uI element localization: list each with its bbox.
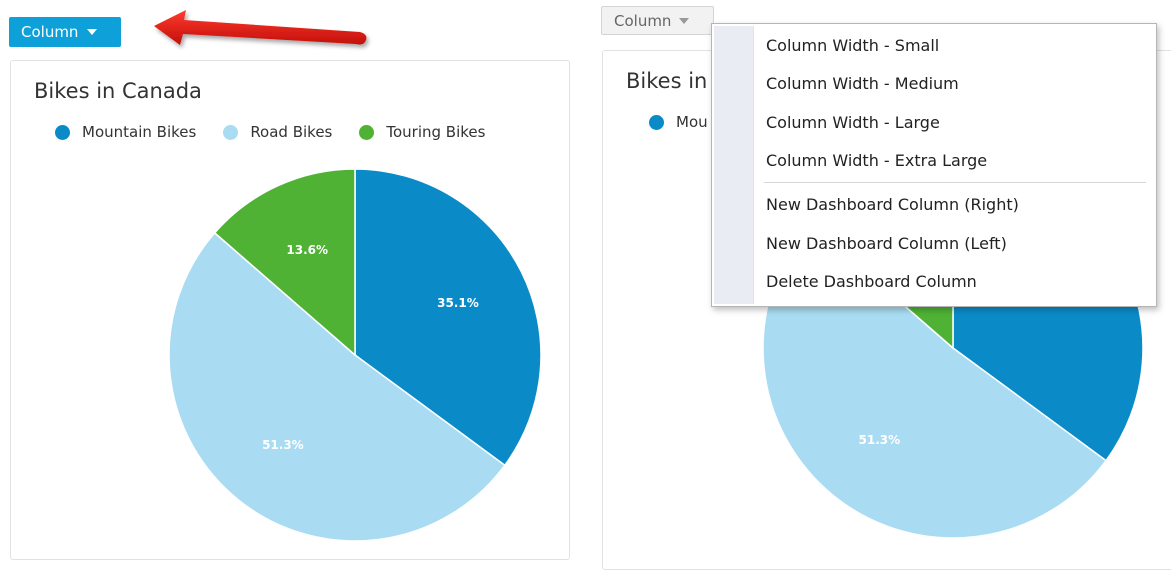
chart-legend: Mountain Bikes Road Bikes Touring Bikes bbox=[55, 123, 512, 141]
legend-item-touring[interactable]: Touring Bikes bbox=[359, 123, 485, 141]
menu-item-delete-column[interactable]: Delete Dashboard Column bbox=[766, 272, 977, 291]
column-dropdown-menu: Column Width - Small Column Width - Medi… bbox=[711, 23, 1157, 307]
pie-data-label: 13.6% bbox=[286, 243, 328, 257]
pie-chart-left: 35.1% 51.3% 13.6% bbox=[168, 168, 542, 542]
legend-item-mountain[interactable]: Mou bbox=[649, 113, 708, 131]
legend-item-mountain[interactable]: Mountain Bikes bbox=[55, 123, 196, 141]
legend-label: Touring Bikes bbox=[386, 123, 486, 141]
pie-data-label: 35.1% bbox=[437, 296, 479, 310]
menu-item-new-column-right[interactable]: New Dashboard Column (Right) bbox=[766, 195, 1019, 214]
menu-item-width-extra-large[interactable]: Column Width - Extra Large bbox=[766, 151, 987, 170]
column-button-label: Column bbox=[614, 11, 672, 30]
menu-icon-gutter bbox=[714, 26, 754, 304]
menu-item-width-large[interactable]: Column Width - Large bbox=[766, 113, 940, 132]
legend-label: Mountain Bikes bbox=[82, 123, 197, 141]
caret-down-icon bbox=[679, 17, 690, 24]
card-title: Bikes in bbox=[626, 69, 708, 93]
menu-item-width-medium[interactable]: Column Width - Medium bbox=[766, 74, 959, 93]
menu-item-width-small[interactable]: Column Width - Small bbox=[766, 36, 939, 55]
pie-data-label: 51.3% bbox=[262, 438, 304, 452]
legend-dot-icon bbox=[649, 114, 664, 130]
caret-down-icon bbox=[87, 29, 98, 35]
pie-data-label: 51.3% bbox=[859, 433, 901, 447]
legend-dot-icon bbox=[55, 124, 70, 140]
legend-item-road[interactable]: Road Bikes bbox=[223, 123, 332, 141]
red-arrow-icon bbox=[154, 10, 367, 45]
card-title: Bikes in Canada bbox=[34, 79, 202, 103]
legend-label: Road Bikes bbox=[250, 123, 333, 141]
menu-separator bbox=[764, 182, 1146, 183]
legend-dot-icon bbox=[223, 124, 239, 140]
menu-item-new-column-left[interactable]: New Dashboard Column (Left) bbox=[766, 234, 1007, 253]
column-dropdown-button-open[interactable]: Column bbox=[601, 6, 714, 35]
column-button-label: Column bbox=[21, 23, 79, 41]
legend-label: Mou bbox=[676, 113, 708, 131]
legend-dot-icon bbox=[359, 124, 375, 140]
column-dropdown-button[interactable]: Column bbox=[9, 17, 121, 47]
